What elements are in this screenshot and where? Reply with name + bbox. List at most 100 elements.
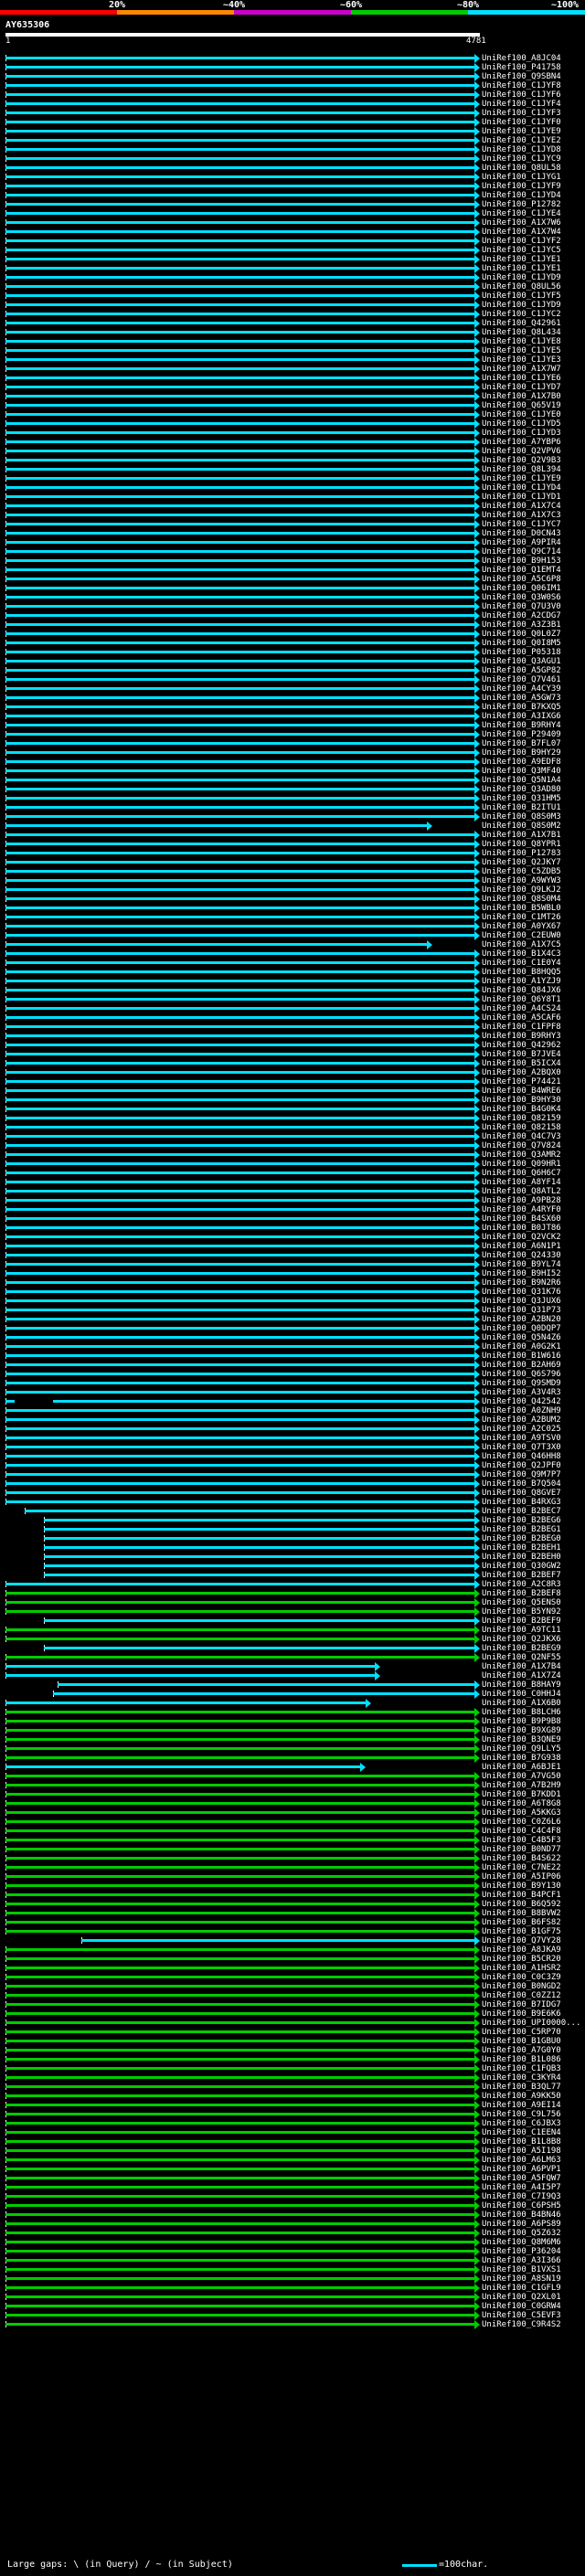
hit-row[interactable]: UniRef100_B9RHY4 <box>0 721 585 730</box>
hit-label[interactable]: UniRef100_Q0I8M5 <box>482 639 561 648</box>
hit-label[interactable]: UniRef100_A2C025 <box>482 1425 561 1434</box>
hit-label[interactable]: UniRef100_B7FL07 <box>482 739 561 748</box>
hit-row[interactable]: UniRef100_B7Q504 <box>0 1479 585 1489</box>
hit-label[interactable]: UniRef100_Q42961 <box>482 319 561 328</box>
hit-row[interactable]: UniRef100_Q31HM5 <box>0 794 585 803</box>
hit-label[interactable]: UniRef100_Q5Z632 <box>482 2229 561 2238</box>
hit-label[interactable]: UniRef100_B9HY30 <box>482 1096 561 1105</box>
hit-label[interactable]: UniRef100_C9R4S2 <box>482 2320 561 2329</box>
hit-row[interactable]: UniRef100_B2BEF9 <box>0 1617 585 1626</box>
hit-row[interactable]: UniRef100_Q24330 <box>0 1251 585 1260</box>
hit-label[interactable]: UniRef100_Q0DQP7 <box>482 1324 561 1333</box>
hit-label[interactable]: UniRef100_B2BEF7 <box>482 1571 561 1580</box>
hit-row[interactable]: UniRef100_C5RP70 <box>0 2028 585 2037</box>
hit-label[interactable]: UniRef100_Q9C714 <box>482 547 561 557</box>
hit-row[interactable]: UniRef100_C1JYE6 <box>0 374 585 383</box>
hit-label[interactable]: UniRef100_Q8GVE7 <box>482 1489 561 1498</box>
hit-row[interactable]: UniRef100_A6PVP1 <box>0 2165 585 2174</box>
hit-label[interactable]: UniRef100_B2BEF9 <box>482 1617 561 1626</box>
hit-row[interactable]: UniRef100_A1X7C3 <box>0 511 585 520</box>
hit-label[interactable]: UniRef100_Q7V461 <box>482 675 561 684</box>
hit-label[interactable]: UniRef100_A6N1P1 <box>482 1242 561 1251</box>
hit-row[interactable]: UniRef100_Q30GW2 <box>0 1562 585 1571</box>
hit-label[interactable]: UniRef100_B0ND77 <box>482 1845 561 1854</box>
hit-label[interactable]: UniRef100_Q7VY28 <box>482 1936 561 1945</box>
hit-label[interactable]: UniRef100_A6PS89 <box>482 2220 561 2229</box>
hit-label[interactable]: UniRef100_B5YN92 <box>482 1607 561 1617</box>
hit-label[interactable]: UniRef100_A4CS24 <box>482 1004 561 1013</box>
hit-label[interactable]: UniRef100_A7B2H9 <box>482 1781 561 1790</box>
hit-label[interactable]: UniRef100_Q31HM5 <box>482 794 561 803</box>
hit-row[interactable]: UniRef100_C1JYE1 <box>0 264 585 273</box>
hit-label[interactable]: UniRef100_B2BEF8 <box>482 1589 561 1598</box>
hit-label[interactable]: UniRef100_Q7T3X0 <box>482 1443 561 1452</box>
hit-label[interactable]: UniRef100_A1X7C3 <box>482 511 561 520</box>
hit-row[interactable]: UniRef100_B7G938 <box>0 1754 585 1763</box>
hit-label[interactable]: UniRef100_A5C6P8 <box>482 575 561 584</box>
hit-row[interactable]: UniRef100_C1JYD4 <box>0 191 585 200</box>
hit-row[interactable]: UniRef100_Q2XL01 <box>0 2293 585 2302</box>
hit-label[interactable]: UniRef100_A8JC04 <box>482 54 561 63</box>
hit-label[interactable]: UniRef100_Q8ATL2 <box>482 1187 561 1196</box>
hit-label[interactable]: UniRef100_C1JYD3 <box>482 429 561 438</box>
hit-row[interactable]: UniRef100_P12782 <box>0 200 585 209</box>
hit-row[interactable]: UniRef100_B9YL74 <box>0 1260 585 1269</box>
hit-row[interactable]: UniRef100_B4PCF1 <box>0 1891 585 1900</box>
hit-row[interactable]: UniRef100_B4RXG3 <box>0 1498 585 1507</box>
hit-row[interactable]: UniRef100_C1JYE4 <box>0 209 585 218</box>
hit-label[interactable]: UniRef100_A0YX67 <box>482 922 561 931</box>
hit-row[interactable]: UniRef100_Q8L434 <box>0 328 585 337</box>
hit-row[interactable]: UniRef100_C1JYD5 <box>0 419 585 429</box>
hit-row[interactable]: UniRef100_Q6H6C7 <box>0 1169 585 1178</box>
hit-label[interactable]: UniRef100_A1X7Z4 <box>482 1671 561 1680</box>
hit-row[interactable]: UniRef100_Q0L0Z7 <box>0 630 585 639</box>
hit-row[interactable]: UniRef100_A2CDG7 <box>0 611 585 620</box>
hit-label[interactable]: UniRef100_Q2JPF0 <box>482 1461 561 1470</box>
hit-row[interactable]: UniRef100_C1JYE5 <box>0 346 585 355</box>
hit-row[interactable]: UniRef100_A1X7B0 <box>0 392 585 401</box>
hit-row[interactable]: UniRef100_B3QL77 <box>0 2083 585 2092</box>
hit-row[interactable]: UniRef100_C0C3Z9 <box>0 1973 585 1982</box>
hit-label[interactable]: UniRef100_P29409 <box>482 730 561 739</box>
hit-row[interactable]: UniRef100_Q9LLY5 <box>0 1744 585 1754</box>
hit-label[interactable]: UniRef100_C1JYG1 <box>482 173 561 182</box>
hit-label[interactable]: UniRef100_Q1EMT4 <box>482 566 561 575</box>
hit-row[interactable]: UniRef100_C1JYF3 <box>0 109 585 118</box>
hit-row[interactable]: UniRef100_A8YF14 <box>0 1178 585 1187</box>
hit-label[interactable]: UniRef100_B9E6K6 <box>482 2009 561 2019</box>
hit-label[interactable]: UniRef100_Q9SBN4 <box>482 72 561 81</box>
hit-row[interactable]: UniRef100_B7KXQ5 <box>0 703 585 712</box>
hit-label[interactable]: UniRef100_A1X7W7 <box>482 365 561 374</box>
hit-row[interactable]: UniRef100_Q82159 <box>0 1114 585 1123</box>
hit-row[interactable]: UniRef100_B1VXS1 <box>0 2265 585 2274</box>
hit-label[interactable]: UniRef100_C4B5F3 <box>482 1836 561 1845</box>
hit-label[interactable]: UniRef100_A9EI14 <box>482 2101 561 2110</box>
hit-row[interactable]: UniRef100_A9TSV0 <box>0 1434 585 1443</box>
hit-label[interactable]: UniRef100_B2ITU1 <box>482 803 561 812</box>
hit-label[interactable]: UniRef100_C1JYF0 <box>482 118 561 127</box>
hit-label[interactable]: UniRef100_B3QL77 <box>482 2083 561 2092</box>
hit-row[interactable]: UniRef100_Q6Y8T1 <box>0 995 585 1004</box>
hit-label[interactable]: UniRef100_Q46HH8 <box>482 1452 561 1461</box>
hit-row[interactable]: UniRef100_C6JBX3 <box>0 2119 585 2128</box>
hit-label[interactable]: UniRef100_C1JYD8 <box>482 145 561 154</box>
hit-label[interactable]: UniRef100_B5CR20 <box>482 1955 561 1964</box>
hit-label[interactable]: UniRef100_A2BN20 <box>482 1315 561 1324</box>
hit-label[interactable]: UniRef100_A6BJE1 <box>482 1763 561 1772</box>
hit-row[interactable]: UniRef100_B4WRE6 <box>0 1087 585 1096</box>
hit-label[interactable]: UniRef100_A6PVP1 <box>482 2165 561 2174</box>
hit-label[interactable]: UniRef100_A5GP82 <box>482 666 561 675</box>
hit-row[interactable]: UniRef100_B9N2R6 <box>0 1278 585 1288</box>
hit-label[interactable]: UniRef100_C1JYF2 <box>482 237 561 246</box>
hit-row[interactable]: UniRef100_A5KKG3 <box>0 1808 585 1818</box>
hit-row[interactable]: UniRef100_B2BEG0 <box>0 1534 585 1543</box>
hit-label[interactable]: UniRef100_C7I9Q3 <box>482 2192 561 2201</box>
hit-row[interactable]: UniRef100_A1X7B1 <box>0 831 585 840</box>
hit-row[interactable]: UniRef100_A8JKA9 <box>0 1945 585 1955</box>
hit-label[interactable]: UniRef100_C1JYF6 <box>482 90 561 100</box>
hit-label[interactable]: UniRef100_C9L756 <box>482 2110 561 2119</box>
hit-label[interactable]: UniRef100_C1JYF4 <box>482 100 561 109</box>
hit-row[interactable]: UniRef100_C0ZZ12 <box>0 1991 585 2000</box>
hit-row[interactable]: UniRef100_B6FS82 <box>0 1918 585 1927</box>
hit-label[interactable]: UniRef100_C6JBX3 <box>482 2119 561 2128</box>
